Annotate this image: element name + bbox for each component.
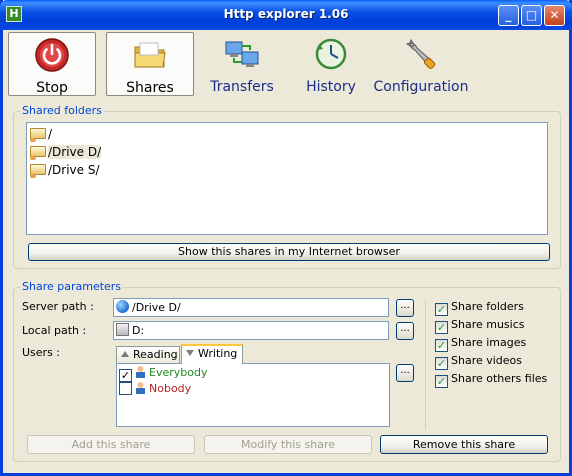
share-videos-checkbox[interactable]: ✓ (435, 357, 448, 370)
users-label: Users : (22, 346, 61, 359)
close-icon: ✕ (549, 8, 560, 22)
local-path-field[interactable]: D: (113, 321, 389, 340)
hand-icon (30, 156, 36, 160)
share-images-checkbox[interactable]: ✓ (435, 339, 448, 352)
close-button[interactable]: ✕ (544, 5, 565, 26)
window-title: Http explorer 1.06 (223, 7, 349, 21)
shared-folders-legend: Shared folders (20, 104, 104, 117)
modify-share-button[interactable]: Modify this share (204, 435, 372, 454)
history-button[interactable]: History (287, 32, 375, 96)
server-path-label: Server path : (22, 300, 94, 313)
folder-item[interactable]: /Drive S/ (30, 161, 100, 179)
maximize-button[interactable]: □ (521, 5, 542, 26)
hand-icon (30, 138, 36, 142)
option-share-images[interactable]: ✓ Share images (435, 336, 526, 352)
folder-item-selected[interactable]: /Drive D/ (30, 143, 102, 161)
share-musics-checkbox[interactable]: ✓ (435, 321, 448, 334)
server-path-field[interactable]: /Drive D/ (113, 298, 389, 317)
minimize-icon: _ (505, 8, 512, 22)
minimize-button[interactable]: _ (498, 5, 519, 26)
remove-share-button[interactable]: Remove this share (380, 435, 548, 454)
share-others-files-checkbox[interactable]: ✓ (435, 375, 448, 388)
option-share-others-files[interactable]: ✓ Share others files (435, 372, 547, 388)
wrench-icon (405, 38, 436, 70)
users-browse-button[interactable]: ... (396, 364, 414, 382)
configuration-button[interactable]: Configuration (373, 32, 469, 96)
drive-icon (116, 323, 129, 336)
options-separator (425, 300, 426, 430)
user-icon (136, 382, 145, 394)
user-icon (136, 366, 145, 378)
shares-button[interactable]: Shares (106, 32, 194, 96)
arrow-up-icon (121, 351, 129, 357)
nobody-checkbox[interactable] (119, 382, 132, 395)
transfers-button[interactable]: Transfers (198, 32, 286, 96)
option-share-folders[interactable]: ✓ Share folders (435, 300, 524, 316)
shares-label: Shares (126, 80, 174, 96)
add-share-button[interactable]: Add this share (27, 435, 195, 454)
maximize-icon: □ (525, 8, 538, 22)
user-row-nobody[interactable]: Nobody (119, 381, 191, 397)
network-icon (225, 41, 259, 67)
folder-item[interactable]: / (30, 125, 52, 143)
shared-folders-group: Shared folders / /Drive D/ /Drive S/ Sho… (13, 104, 561, 269)
title-bar[interactable]: H Http explorer 1.06 _ □ ✕ (0, 0, 572, 30)
shared-folders-list[interactable]: / /Drive D/ /Drive S/ (26, 122, 548, 235)
option-share-musics[interactable]: ✓ Share musics (435, 318, 525, 334)
user-row-everybody[interactable]: ✓ Everybody (119, 365, 207, 382)
history-label: History (306, 79, 356, 95)
option-share-videos[interactable]: ✓ Share videos (435, 354, 522, 370)
show-in-browser-button[interactable]: Show this shares in my Internet browser (28, 243, 550, 261)
transfers-label: Transfers (210, 79, 274, 95)
arrow-down-icon (186, 350, 194, 356)
stop-button[interactable]: Stop (8, 32, 96, 96)
tab-reading[interactable]: Reading (116, 346, 180, 364)
configuration-label: Configuration (373, 79, 469, 95)
history-icon (315, 38, 347, 70)
local-path-browse-button[interactable]: ... (396, 322, 414, 340)
local-path-label: Local path : (22, 324, 87, 337)
server-path-browse-button[interactable]: ... (396, 299, 414, 317)
power-icon (35, 38, 69, 72)
share-folders-checkbox[interactable]: ✓ (435, 303, 448, 316)
stop-label: Stop (36, 80, 68, 96)
tab-writing[interactable]: Writing (181, 344, 243, 364)
users-list[interactable]: ✓ Everybody Nobody (116, 363, 390, 427)
globe-icon (116, 300, 129, 313)
folder-icon (134, 42, 166, 68)
app-window: H Http explorer 1.06 _ □ ✕ Stop Shares T… (0, 0, 572, 476)
share-parameters-legend: Share parameters (20, 280, 124, 293)
toolbar: Stop Shares Transfers History Configurat… (3, 30, 569, 100)
hand-icon (30, 174, 36, 178)
